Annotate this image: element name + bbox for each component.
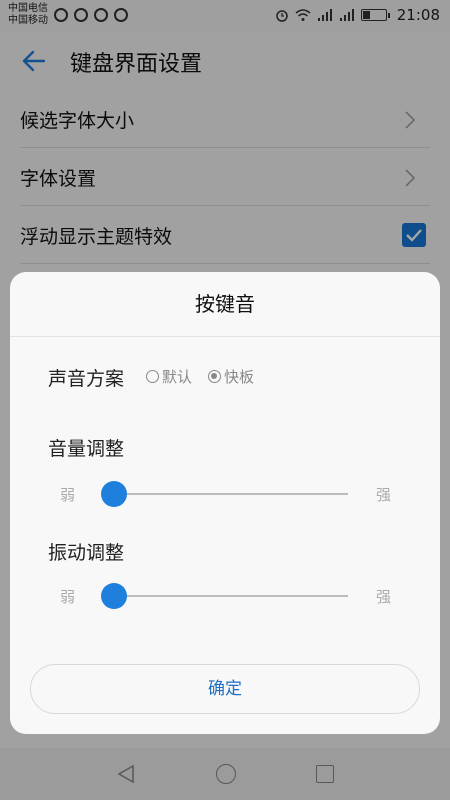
keypress-sound-dialog: 按键音 声音方案 默认 快板 音量调整 弱 强 振动调整 弱 强 确定 bbox=[10, 272, 440, 734]
divider bbox=[10, 336, 440, 337]
vibration-slider-track[interactable] bbox=[116, 595, 348, 597]
volume-weak-label: 弱 bbox=[60, 486, 76, 504]
radio-default[interactable]: 默认 bbox=[146, 366, 192, 387]
dialog-title: 按键音 bbox=[195, 292, 255, 316]
radio-label: 默认 bbox=[162, 368, 193, 386]
radio-allegro[interactable]: 快板 bbox=[208, 366, 254, 387]
vibration-strong-label: 强 bbox=[376, 588, 392, 606]
volume-slider-track[interactable] bbox=[116, 493, 348, 495]
volume-strong-label: 强 bbox=[376, 486, 392, 504]
radio-unchecked-icon bbox=[146, 370, 159, 383]
volume-slider-thumb[interactable] bbox=[101, 481, 127, 507]
volume-label: 音量调整 bbox=[48, 438, 125, 460]
vibration-slider-thumb[interactable] bbox=[101, 583, 127, 609]
radio-checked-icon bbox=[208, 370, 221, 383]
sound-scheme-label: 声音方案 bbox=[48, 368, 125, 390]
radio-label: 快板 bbox=[224, 368, 255, 386]
vibration-weak-label: 弱 bbox=[60, 588, 76, 606]
screen: 中国电信 中国移动 21:08 键盘界面设置 候选字体大小 字体设置 浮动显示主… bbox=[0, 0, 450, 800]
vibration-label: 振动调整 bbox=[48, 542, 125, 564]
confirm-button[interactable]: 确定 bbox=[30, 664, 420, 714]
